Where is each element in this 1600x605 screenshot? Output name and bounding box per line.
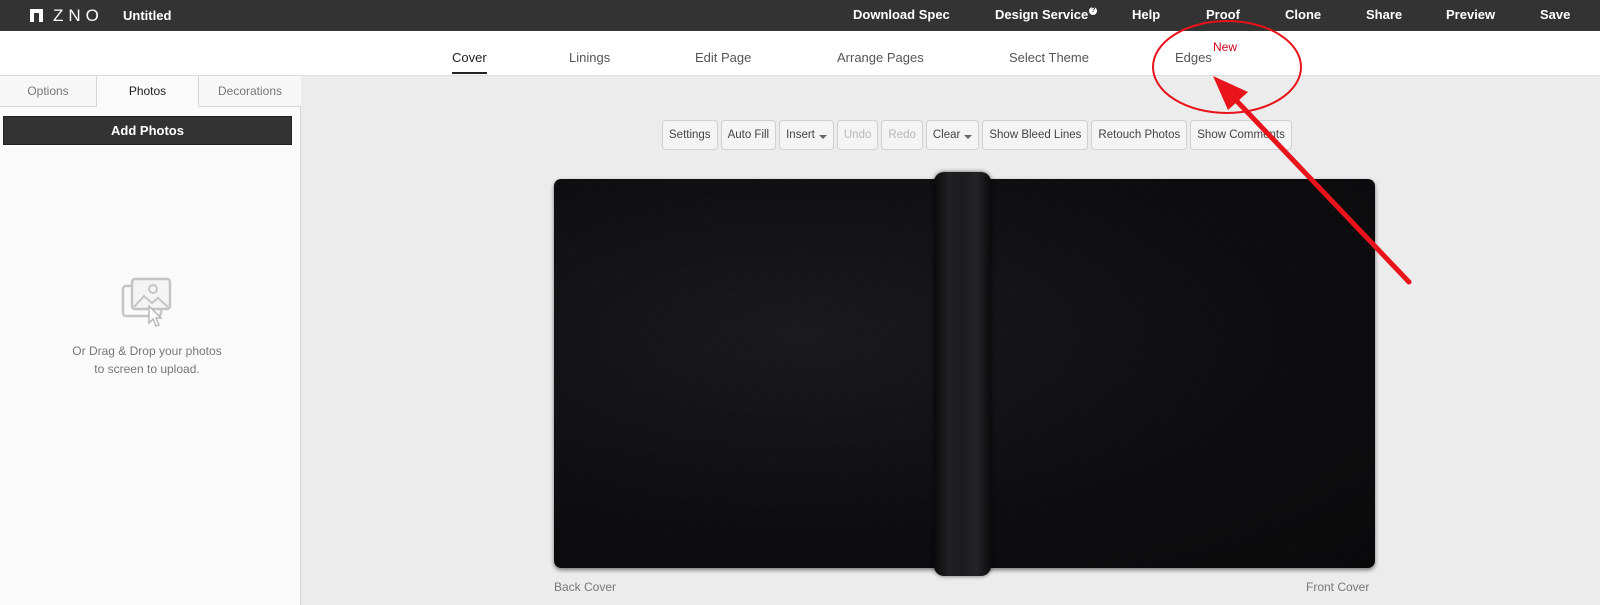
redo-button[interactable]: Redo <box>881 120 923 150</box>
design-service-label: Design Service <box>995 7 1089 22</box>
retouch-photos-button[interactable]: Retouch Photos <box>1091 120 1188 150</box>
design-service-link[interactable]: Design Service? <box>995 7 1098 22</box>
insert-label: Insert <box>786 129 815 141</box>
insert-button[interactable]: Insert <box>779 120 834 150</box>
top-bar: ZNO Untitled Download Spec Design Servic… <box>0 0 1600 31</box>
auto-fill-button[interactable]: Auto Fill <box>720 120 777 150</box>
annotation-arrow-head <box>1213 76 1248 110</box>
zno-logo[interactable]: ZNO <box>30 7 104 24</box>
show-bleed-lines-button[interactable]: Show Bleed Lines <box>982 120 1089 150</box>
undo-button[interactable]: Undo <box>836 120 879 150</box>
add-photos-button[interactable]: Add Photos <box>3 116 292 145</box>
new-badge: New <box>1213 40 1238 54</box>
preview-link[interactable]: Preview <box>1446 7 1495 22</box>
front-cover-label: Front Cover <box>1306 580 1370 594</box>
sidebar-tabs: Options Photos Decorations <box>0 76 301 107</box>
canvas-toolbar: Settings Auto Fill Insert Undo Redo Clea… <box>662 120 1292 150</box>
sidebar-tab-decorations[interactable]: Decorations <box>199 76 301 107</box>
logo-text: ZNO <box>53 6 104 25</box>
settings-button[interactable]: Settings <box>662 120 718 150</box>
clear-button[interactable]: Clear <box>925 120 980 150</box>
drop-hint-line-1: Or Drag & Drop your photos <box>72 344 222 358</box>
drop-hint: Or Drag & Drop your photos to screen to … <box>0 342 294 378</box>
proof-link[interactable]: Proof <box>1206 7 1240 22</box>
chevron-down-icon <box>964 134 973 139</box>
document-title[interactable]: Untitled <box>123 8 171 23</box>
sidebar-tab-options[interactable]: Options <box>0 76 97 107</box>
tab-arrange-pages[interactable]: Arrange Pages <box>837 50 924 65</box>
chevron-down-icon <box>818 134 827 139</box>
photo-upload-icon <box>121 277 172 327</box>
back-cover-label: Back Cover <box>554 580 617 594</box>
album-spine[interactable] <box>934 172 991 576</box>
clone-link[interactable]: Clone <box>1285 7 1321 22</box>
show-comments-button[interactable]: Show Comments <box>1190 120 1292 150</box>
save-link[interactable]: Save <box>1540 7 1570 22</box>
clear-label: Clear <box>932 129 961 141</box>
sidebar-tab-photos[interactable]: Photos <box>97 76 199 107</box>
help-link[interactable]: Help <box>1132 7 1160 22</box>
tab-edit-page[interactable]: Edit Page <box>695 50 751 65</box>
tab-edges[interactable]: Edges <box>1175 50 1212 65</box>
left-sidebar: Options Photos Decorations Add Photos Or… <box>0 76 301 605</box>
tab-linings[interactable]: Linings <box>569 50 610 65</box>
drop-hint-line-2: to screen to upload. <box>94 362 200 376</box>
share-link[interactable]: Share <box>1366 7 1402 22</box>
logo-mark-icon <box>30 9 43 22</box>
editor-tabs: Cover Linings Edit Page Arrange Pages Se… <box>0 31 1600 76</box>
tab-cover[interactable]: Cover <box>452 50 487 74</box>
download-spec-link[interactable]: Download Spec <box>853 7 950 22</box>
help-question-icon: ? <box>1089 7 1098 15</box>
tab-select-theme[interactable]: Select Theme <box>1009 50 1089 65</box>
